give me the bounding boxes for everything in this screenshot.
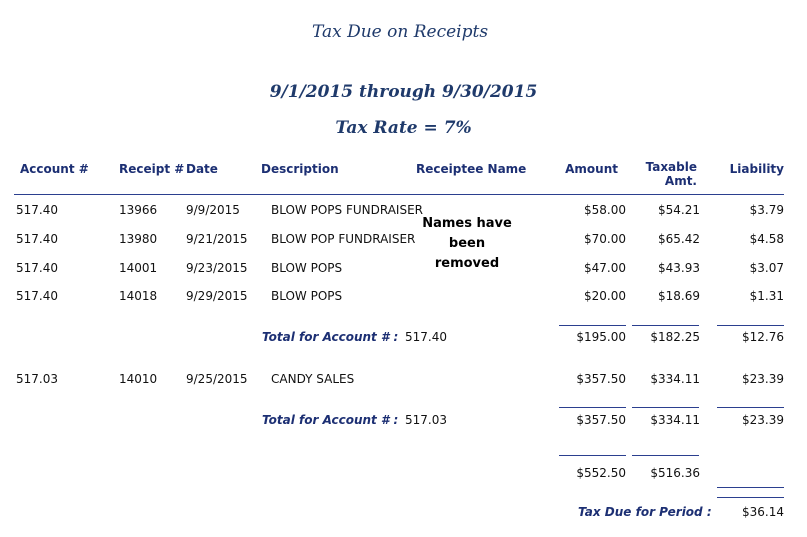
col-description-header: Description [261, 162, 339, 176]
tax-due-value: $36.14 [742, 505, 784, 519]
liability-cell: $3.79 [749, 203, 784, 217]
taxable-cell: $334.11 [650, 372, 700, 386]
receipt-cell: 14001 [119, 261, 158, 275]
account-cell: 517.03 [16, 372, 58, 386]
col-date-header: Date [186, 162, 218, 176]
date-cell: 9/23/2015 [186, 261, 248, 275]
description-cell: BLOW POPS [271, 289, 343, 303]
description-cell: CANDY SALES [271, 372, 355, 386]
subtotal-rule [632, 407, 699, 408]
names-removed-note: Names have been removed [422, 216, 512, 271]
account-cell: 517.40 [16, 232, 58, 246]
total-label: Total for Account # : [262, 413, 399, 427]
total-taxable: $182.25 [650, 330, 700, 344]
col-amount-header: Amount [565, 162, 618, 176]
subtotal-rule [559, 407, 626, 408]
grand-total-rule [559, 455, 626, 456]
amount-cell: $357.50 [576, 372, 626, 386]
description-cell: BLOW POP FUNDRAISER [271, 232, 416, 246]
amount-cell: $47.00 [584, 261, 626, 275]
subtotal-rule [632, 325, 699, 326]
total-amount: $357.50 [576, 413, 626, 427]
total-amount: $195.00 [576, 330, 626, 344]
amount-cell: $58.00 [584, 203, 626, 217]
taxable-cell: $65.42 [658, 232, 700, 246]
total-account: 517.40 [405, 330, 447, 344]
subtotal-rule [559, 325, 626, 326]
total-account: 517.03 [405, 413, 447, 427]
grand-total-taxable: $516.36 [650, 466, 700, 480]
tax-due-rule [717, 497, 784, 498]
col-account-header: Account # [20, 162, 89, 176]
receipt-cell: 13980 [119, 232, 158, 246]
grand-total-amount: $552.50 [576, 466, 626, 480]
account-cell: 517.40 [16, 261, 58, 275]
tax-due-rule [717, 487, 784, 488]
amount-cell: $20.00 [584, 289, 626, 303]
total-liability: $12.76 [742, 330, 784, 344]
description-cell: BLOW POPS FUNDRAISER [271, 203, 424, 217]
subtotal-rule [717, 407, 784, 408]
date-cell: 9/21/2015 [186, 232, 248, 246]
tax-rate: Tax Rate = 7% [335, 118, 472, 138]
receipt-cell: 14018 [119, 289, 158, 303]
account-cell: 517.40 [16, 289, 58, 303]
account-cell: 517.40 [16, 203, 58, 217]
subtotal-rule [717, 325, 784, 326]
receipt-cell: 13966 [119, 203, 158, 217]
liability-cell: $23.39 [742, 372, 784, 386]
grand-total-rule [632, 455, 699, 456]
receipt-cell: 14010 [119, 372, 158, 386]
tax-due-label: Tax Due for Period : [578, 505, 712, 519]
report-title: Tax Due on Receipts [311, 22, 489, 42]
col-liability-header: Liability [729, 162, 784, 176]
header-divider [14, 194, 784, 195]
liability-cell: $3.07 [749, 261, 784, 275]
col-taxable-header: Taxable Amt. [645, 160, 697, 188]
date-range: 9/1/2015 through 9/30/2015 [269, 82, 538, 102]
taxable-cell: $54.21 [658, 203, 700, 217]
taxable-cell: $18.69 [658, 289, 700, 303]
date-cell: 9/29/2015 [186, 289, 248, 303]
liability-cell: $1.31 [749, 289, 784, 303]
date-cell: 9/9/2015 [186, 203, 240, 217]
col-receiptee-header: Receiptee Name [416, 162, 527, 176]
description-cell: BLOW POPS [271, 261, 343, 275]
liability-cell: $4.58 [749, 232, 784, 246]
total-liability: $23.39 [742, 413, 784, 427]
total-label: Total for Account # : [262, 330, 399, 344]
total-taxable: $334.11 [650, 413, 700, 427]
amount-cell: $70.00 [584, 232, 626, 246]
taxable-cell: $43.93 [658, 261, 700, 275]
date-cell: 9/25/2015 [186, 372, 248, 386]
col-receipt-header: Receipt # [119, 162, 185, 176]
